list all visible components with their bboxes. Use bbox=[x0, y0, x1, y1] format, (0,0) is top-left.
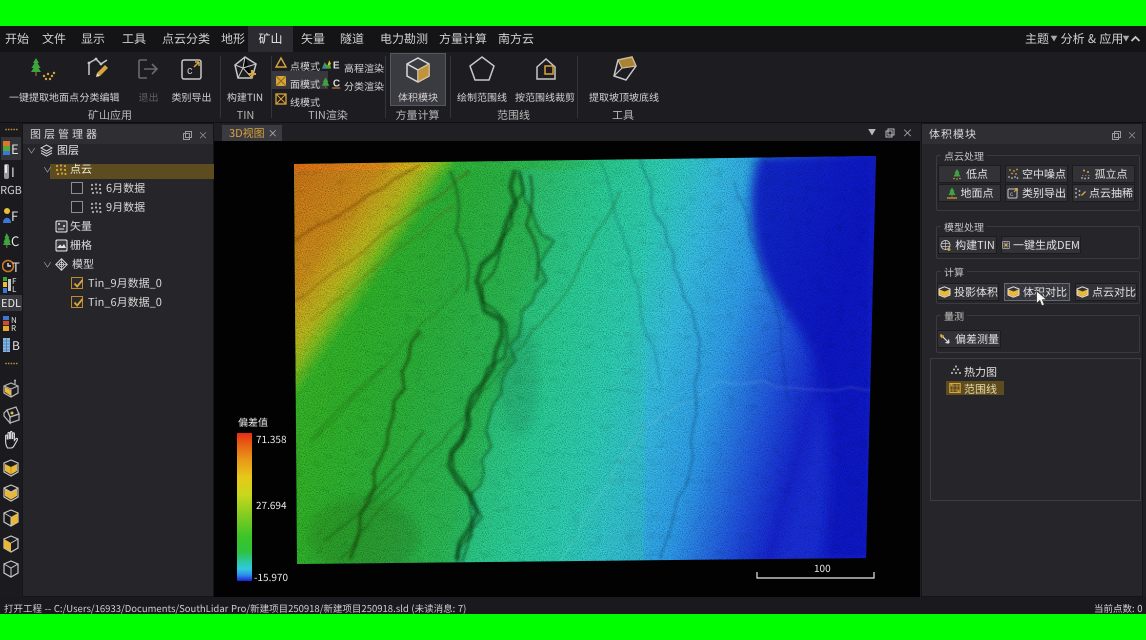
svg-text:-15.970: -15.970 bbox=[254, 569, 288, 584]
svg-text:E: E bbox=[333, 61, 340, 71]
svg-text:偏差值: 偏差值 bbox=[238, 414, 268, 429]
svg-text:100: 100 bbox=[814, 560, 831, 575]
svg-text:E: E bbox=[11, 140, 19, 157]
svg-text:27.694: 27.694 bbox=[256, 497, 287, 512]
svg-text:c: c bbox=[187, 65, 193, 77]
svg-text:T: T bbox=[12, 258, 20, 275]
svg-text:B: B bbox=[12, 337, 20, 353]
svg-text:I: I bbox=[11, 163, 15, 180]
svg-text:C: C bbox=[333, 79, 340, 89]
svg-text:C: C bbox=[11, 232, 19, 249]
svg-text:F: F bbox=[11, 207, 18, 224]
svg-text:71.358: 71.358 bbox=[256, 431, 287, 446]
svg-text:L: L bbox=[12, 284, 17, 294]
svg-text:c: c bbox=[1010, 192, 1013, 198]
svg-text:R: R bbox=[11, 323, 16, 332]
